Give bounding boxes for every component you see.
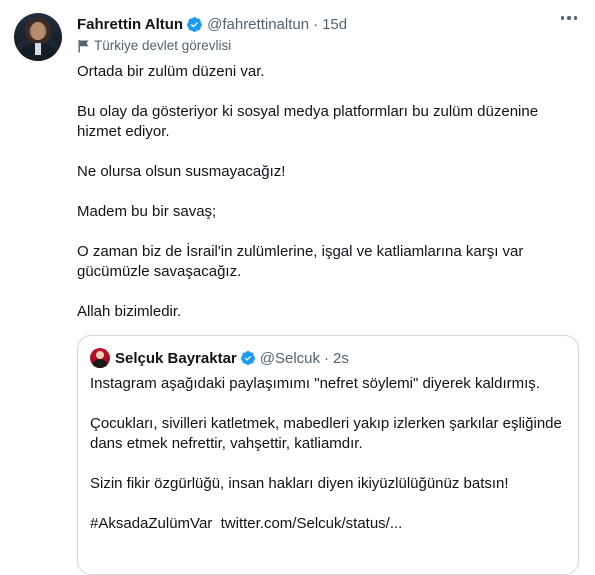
account-label: Türkiye devlet görevlisi	[77, 38, 231, 53]
quoted-avatar-face	[96, 351, 104, 359]
tweet[interactable]: Fahrettin Altun @fahrettinaltun · 15d Tü…	[0, 0, 595, 575]
more-dot	[573, 16, 577, 20]
author-avatar[interactable]	[14, 13, 62, 61]
quoted-tweet-header: Selçuk Bayraktar @Selcuk · 2s	[90, 348, 349, 368]
quoted-author-avatar[interactable]	[90, 348, 110, 368]
separator-dot: ·	[313, 15, 319, 33]
more-dot	[567, 16, 571, 20]
tweet-paragraph: Bu olay da gösteriyor ki sosyal medya pl…	[77, 103, 539, 140]
separator-dot: ·	[324, 349, 329, 367]
verified-badge-icon	[240, 351, 255, 365]
quoted-tweet-text: Instagram aşağıdaki paylaşımımı "nefret …	[90, 374, 568, 554]
quoted-author-handle[interactable]: @Selcuk	[260, 350, 320, 367]
more-icon[interactable]	[560, 16, 577, 20]
tweet-paragraph: Allah bizimledir.	[77, 303, 182, 320]
avatar-shirt	[35, 43, 41, 55]
quoted-paragraph: Sizin fikir özgürlüğü, insan hakları diy…	[90, 475, 509, 492]
quoted-paragraph: Çocukları, sivilleri katletmek, mabedler…	[90, 415, 562, 452]
quoted-paragraph: Instagram aşağıdaki paylaşımımı "nefret …	[90, 375, 540, 392]
tweet-paragraph: Ne olursa olsun susmayacağız!	[77, 163, 286, 180]
account-label-text: Türkiye devlet görevlisi	[94, 38, 232, 53]
flag-icon	[78, 39, 89, 52]
avatar-face	[31, 22, 45, 40]
hashtag-link[interactable]: #AksadaZulümVar	[90, 515, 212, 532]
tweet-time[interactable]: 15d	[322, 16, 347, 33]
tweet-paragraph: O zaman biz de İsrail'in zulümlerine, iş…	[77, 243, 524, 280]
author-name[interactable]: Fahrettin Altun	[77, 16, 183, 33]
quoted-tweet-time[interactable]: 2s	[333, 350, 349, 367]
tweet-text: Ortada bir zulüm düzeni var. Bu olay da …	[77, 62, 557, 342]
author-handle[interactable]: @fahrettinaltun	[207, 16, 309, 33]
quoted-avatar-body	[93, 359, 107, 368]
tweet-header: Fahrettin Altun @fahrettinaltun · 15d	[77, 14, 347, 34]
status-link[interactable]: twitter.com/Selcuk/status/...	[221, 515, 403, 532]
quoted-author-name[interactable]: Selçuk Bayraktar	[115, 350, 237, 367]
quoted-paragraph-links: #AksadaZulümVar twitter.com/Selcuk/statu…	[90, 514, 568, 534]
tweet-paragraph: Madem bu bir savaş;	[77, 203, 217, 220]
verified-badge-icon	[187, 16, 203, 32]
tweet-paragraph: Ortada bir zulüm düzeni var.	[77, 63, 265, 80]
more-dot	[560, 16, 564, 20]
quoted-tweet[interactable]: Selçuk Bayraktar @Selcuk · 2s Instagram …	[77, 335, 579, 575]
